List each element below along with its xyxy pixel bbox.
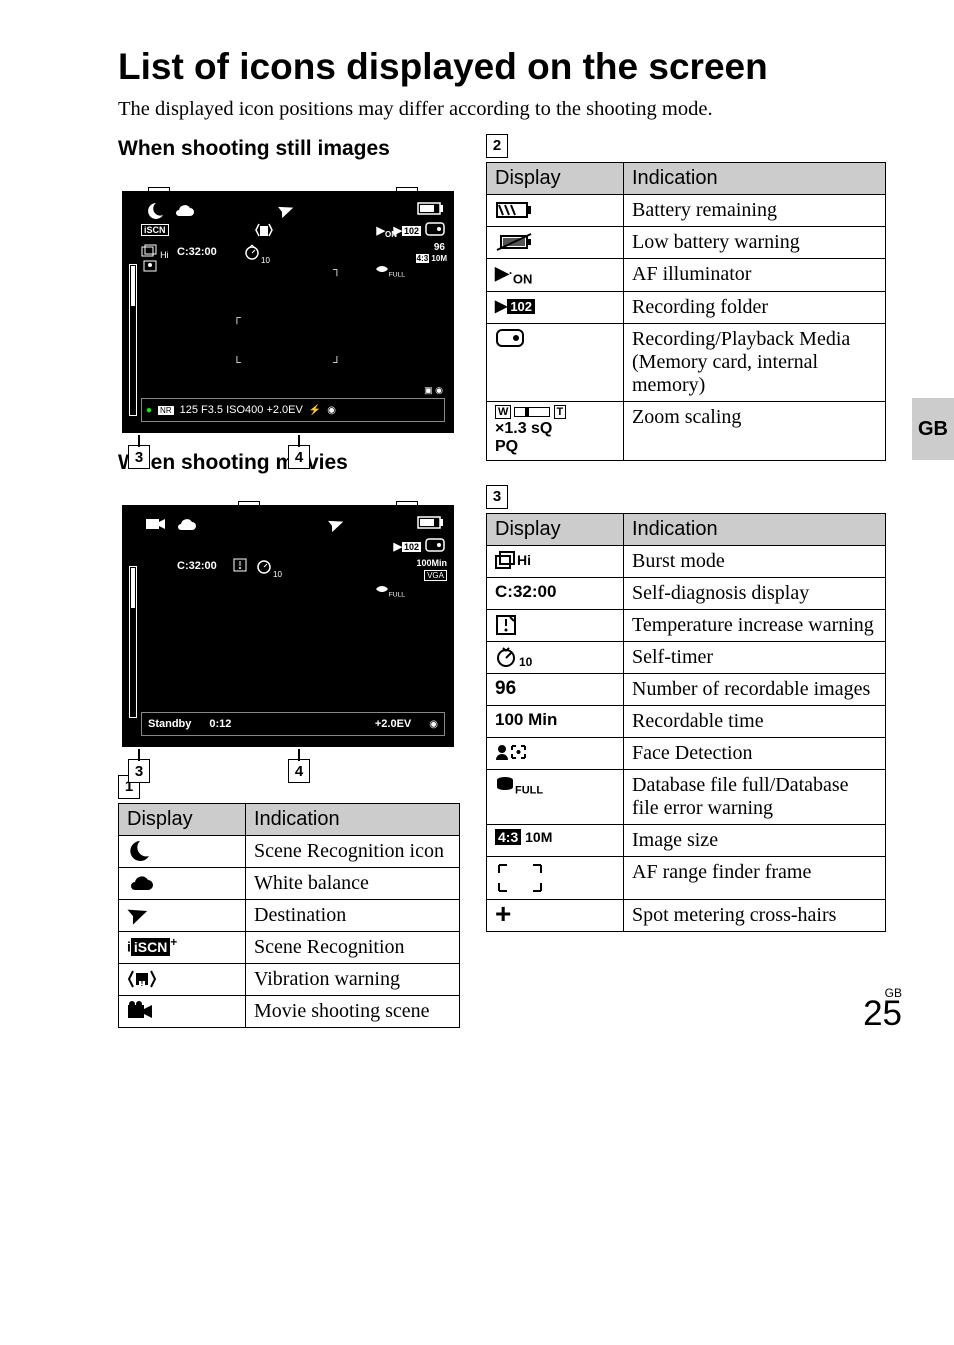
zoom-w: W [495, 405, 511, 419]
num96: 96 [487, 673, 624, 705]
page-number: GB 25 [863, 986, 902, 1034]
th-display: Display [119, 804, 246, 836]
svg-text:!: ! [141, 979, 144, 988]
afframe-icon [495, 861, 545, 895]
callout-3: 3 [128, 445, 150, 469]
zoom-line2: PQ [495, 438, 615, 456]
standby-label: Standby [148, 718, 191, 730]
selfdiag-label: C:32:00 [177, 246, 217, 258]
crosshair: + [487, 899, 624, 931]
selftimer-icon [243, 244, 261, 260]
th-indication: Indication [246, 804, 460, 836]
dbfull-text: FULL [515, 784, 543, 796]
callout-4: 4 [288, 445, 310, 469]
table-row [119, 836, 246, 868]
battery-icon [495, 201, 535, 219]
zoom-line1: ×1.3 sQ [495, 420, 615, 438]
burst-icon [141, 244, 157, 258]
iscn-label: iSCN [141, 224, 169, 236]
iscn-cell: iSCN [131, 938, 170, 956]
table-1: Display Indication Scene Recognition ico… [118, 803, 460, 1028]
burst-hi: Hi [517, 552, 531, 568]
lcd-movie: ▶102 C:32:00 10 100Min VGA FULL [122, 505, 454, 747]
page-title: List of icons displayed on the screen [118, 46, 902, 88]
selfdiag-cell: C:32:00 [487, 577, 624, 609]
moon-icon [145, 202, 165, 220]
folder-num: 102 [507, 299, 535, 314]
hi-label: Hi [160, 250, 169, 260]
table-2: DisplayIndication Battery remaining Low … [486, 162, 886, 461]
vibration-icon: ! [127, 968, 157, 990]
intro-text: The displayed icon positions may differ … [118, 98, 902, 121]
plane-icon [127, 904, 151, 926]
side-tab: GB [912, 398, 954, 460]
vibration-icon [253, 222, 275, 240]
moviecam-icon [145, 516, 167, 532]
full-label: FULL [389, 272, 405, 279]
temp-icon [233, 558, 247, 572]
moviecam-icon [127, 1001, 155, 1021]
rectime: 100 Min [487, 705, 624, 737]
heading-still: When shooting still images [118, 137, 460, 161]
card-icon [425, 222, 445, 236]
callout-m4: 4 [288, 759, 310, 783]
bottom-bar: 125 F3.5 ISO400 +2.0EV [180, 404, 303, 416]
face-icon [143, 260, 157, 272]
selftimer-icon [495, 646, 519, 668]
folder-label: 102 [402, 226, 421, 236]
lcd-still: iSCN ▶ON ▶102 Hi [122, 191, 454, 433]
burst-icon [495, 551, 517, 569]
cloud-icon [127, 874, 155, 892]
facedet-icon [495, 743, 529, 761]
plane-icon [278, 202, 296, 220]
lowbatt-icon [495, 232, 535, 252]
count-label: 96 [434, 242, 445, 253]
table-3: DisplayIndication Hi Burst mode C:32:00 … [486, 513, 886, 932]
section-num-3: 3 [486, 485, 508, 509]
battery-icon [417, 202, 445, 215]
table-row: Scene Recognition icon [246, 836, 460, 868]
moon-icon [127, 840, 151, 862]
dbfull-icon [495, 776, 515, 792]
elapsed-label: 0:12 [209, 718, 231, 730]
afill-on: ON [513, 272, 533, 287]
zoom-t: T [554, 405, 567, 419]
section-num-2: 2 [486, 134, 508, 158]
card-icon [495, 328, 525, 348]
temp-icon [495, 614, 517, 636]
callout-m3: 3 [128, 759, 150, 783]
cloud-icon [173, 204, 195, 218]
ev-label: +2.0EV [375, 718, 411, 730]
